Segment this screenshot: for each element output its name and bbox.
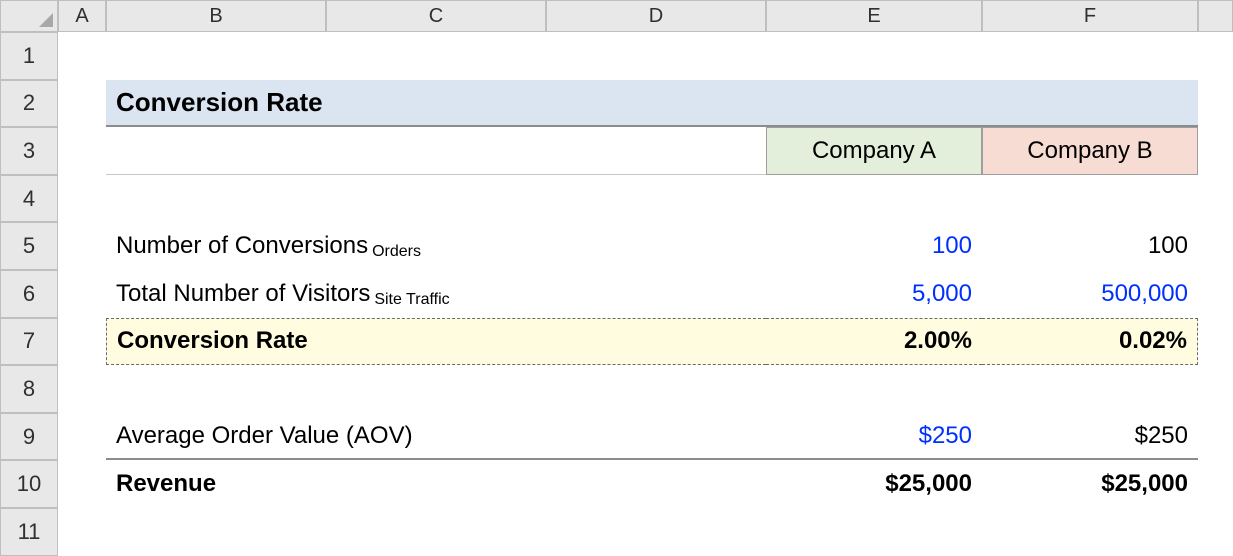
value-b-rate[interactable]: 0.02% xyxy=(982,318,1198,366)
col-header-F[interactable]: F xyxy=(982,0,1198,32)
cell-C8[interactable] xyxy=(326,365,546,413)
row-header-7[interactable]: 7 xyxy=(0,318,58,366)
row-header-8[interactable]: 8 xyxy=(0,365,58,413)
cell-D11[interactable] xyxy=(546,508,766,556)
cell-E11[interactable] xyxy=(766,508,982,556)
label-conversions[interactable]: Number of Conversions Orders xyxy=(106,222,766,270)
value-a-conversions[interactable]: 100 xyxy=(766,222,982,270)
cell-A2[interactable] xyxy=(58,80,106,128)
cell-A3[interactable] xyxy=(58,127,106,175)
col-header-B[interactable]: B xyxy=(106,0,326,32)
value-a-visitors[interactable]: 5,000 xyxy=(766,270,982,318)
value-b-conversions[interactable]: 100 xyxy=(982,222,1198,270)
label-revenue[interactable]: Revenue xyxy=(106,460,766,508)
col-header-A[interactable]: A xyxy=(58,0,106,32)
cell-E1[interactable] xyxy=(766,32,982,80)
value-b-aov[interactable]: $250 xyxy=(982,413,1198,461)
col-header-extra[interactable] xyxy=(1198,0,1233,32)
label-conversions-text: Number of Conversions xyxy=(116,232,368,260)
value-b-revenue[interactable]: $25,000 xyxy=(982,460,1198,508)
cell-F8[interactable] xyxy=(982,365,1198,413)
cell-E8[interactable] xyxy=(766,365,982,413)
spreadsheet-grid: A B C D E F 1 2 Conversion Rate 3 Compan… xyxy=(0,0,1233,556)
cell-G1[interactable] xyxy=(1198,32,1233,80)
col-header-C[interactable]: C xyxy=(326,0,546,32)
cell-G10[interactable] xyxy=(1198,460,1233,508)
row-header-2[interactable]: 2 xyxy=(0,80,58,128)
cell-D3[interactable] xyxy=(546,127,766,175)
cell-G7[interactable] xyxy=(1198,318,1233,366)
cell-C4[interactable] xyxy=(326,175,546,223)
title-cell[interactable]: Conversion Rate xyxy=(106,80,1198,128)
cell-C3[interactable] xyxy=(326,127,546,175)
col-header-E[interactable]: E xyxy=(766,0,982,32)
cell-D1[interactable] xyxy=(546,32,766,80)
cell-A9[interactable] xyxy=(58,413,106,461)
cell-A1[interactable] xyxy=(58,32,106,80)
cell-A7[interactable] xyxy=(58,318,106,366)
row-header-5[interactable]: 5 xyxy=(0,222,58,270)
label-visitors[interactable]: Total Number of Visitors Site Traffic xyxy=(106,270,766,318)
cell-E4[interactable] xyxy=(766,175,982,223)
row-header-3[interactable]: 3 xyxy=(0,127,58,175)
cell-C11[interactable] xyxy=(326,508,546,556)
cell-B8[interactable] xyxy=(106,365,326,413)
cell-B1[interactable] xyxy=(106,32,326,80)
cell-G5[interactable] xyxy=(1198,222,1233,270)
cell-A5[interactable] xyxy=(58,222,106,270)
cell-A10[interactable] xyxy=(58,460,106,508)
value-a-revenue[interactable]: $25,000 xyxy=(766,460,982,508)
label-aov[interactable]: Average Order Value (AOV) xyxy=(106,413,766,461)
cell-D4[interactable] xyxy=(546,175,766,223)
cell-F4[interactable] xyxy=(982,175,1198,223)
value-a-rate[interactable]: 2.00% xyxy=(766,318,982,366)
cell-C1[interactable] xyxy=(326,32,546,80)
value-a-aov[interactable]: $250 xyxy=(766,413,982,461)
label-visitors-text: Total Number of Visitors xyxy=(116,280,370,308)
cell-F1[interactable] xyxy=(982,32,1198,80)
cell-G2[interactable] xyxy=(1198,80,1233,128)
cell-B3[interactable] xyxy=(106,127,326,175)
label-visitors-sub: Site Traffic xyxy=(374,291,449,309)
label-conversions-sub: Orders xyxy=(372,243,421,261)
row-header-10[interactable]: 10 xyxy=(0,460,58,508)
col-header-D[interactable]: D xyxy=(546,0,766,32)
cell-A8[interactable] xyxy=(58,365,106,413)
cell-A4[interactable] xyxy=(58,175,106,223)
cell-B4[interactable] xyxy=(106,175,326,223)
cell-F11[interactable] xyxy=(982,508,1198,556)
cell-G11[interactable] xyxy=(1198,508,1233,556)
select-all-corner[interactable] xyxy=(0,0,58,32)
value-b-visitors[interactable]: 500,000 xyxy=(982,270,1198,318)
company-b-header[interactable]: Company B xyxy=(982,127,1198,175)
cell-B11[interactable] xyxy=(106,508,326,556)
cell-D8[interactable] xyxy=(546,365,766,413)
cell-G3[interactable] xyxy=(1198,127,1233,175)
row-header-4[interactable]: 4 xyxy=(0,175,58,223)
row-header-6[interactable]: 6 xyxy=(0,270,58,318)
row-header-1[interactable]: 1 xyxy=(0,32,58,80)
cell-G8[interactable] xyxy=(1198,365,1233,413)
cell-A6[interactable] xyxy=(58,270,106,318)
label-conversion-rate[interactable]: Conversion Rate xyxy=(106,318,766,366)
cell-G9[interactable] xyxy=(1198,413,1233,461)
row-header-9[interactable]: 9 xyxy=(0,413,58,461)
company-a-header[interactable]: Company A xyxy=(766,127,982,175)
cell-G6[interactable] xyxy=(1198,270,1233,318)
cell-G4[interactable] xyxy=(1198,175,1233,223)
cell-A11[interactable] xyxy=(58,508,106,556)
row-header-11[interactable]: 11 xyxy=(0,508,58,556)
